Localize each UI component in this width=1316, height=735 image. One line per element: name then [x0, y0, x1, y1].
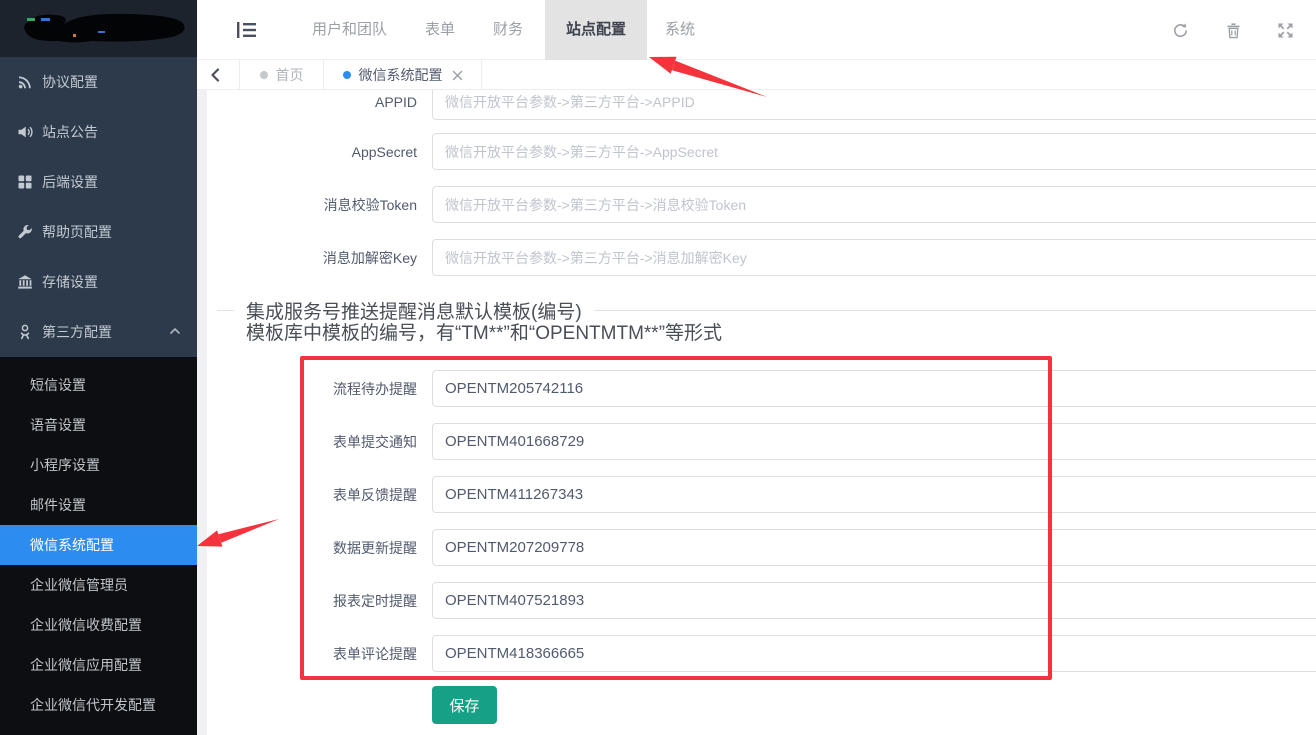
- form-row-workflow-todo: 流程待办提醒: [207, 370, 1316, 407]
- page-tab-label: 首页: [276, 65, 304, 85]
- sidebar-submenu: 短信设置 语音设置 小程序设置 邮件设置 微信系统配置 企业微信管理员 企业微信…: [0, 357, 197, 735]
- person-icon: [17, 324, 33, 340]
- message-token-input[interactable]: [432, 186, 1316, 223]
- sidebar-item-protocol-config[interactable]: 协议配置: [0, 57, 197, 107]
- save-button[interactable]: 保存: [432, 686, 497, 724]
- message-key-input[interactable]: [432, 239, 1316, 276]
- page-tab-label: 微信系统配置: [359, 65, 443, 85]
- chevron-up-icon: [169, 325, 181, 337]
- appsecret-input[interactable]: [432, 133, 1316, 170]
- form-submit-input[interactable]: [432, 423, 1316, 460]
- redacted-logo-scribble: [0, 0, 197, 57]
- menu-fold-icon[interactable]: [237, 22, 256, 38]
- refresh-icon[interactable]: [1172, 22, 1189, 39]
- sidebar: 协议配置 站点公告 后端设置: [0, 0, 197, 735]
- form-row-report-timer: 报表定时提醒: [207, 582, 1316, 619]
- main-content: APPID AppSecret 消息校验Token 消息加解密Key 集成服务号…: [207, 90, 1316, 735]
- grid-icon: [17, 174, 33, 190]
- sidebar-menu: 协议配置 站点公告 后端设置: [0, 57, 197, 357]
- sidebar-subitem-voice-settings[interactable]: 语音设置: [0, 405, 197, 445]
- page-tab-wechat-system-config[interactable]: 微信系统配置: [323, 60, 482, 90]
- tab-status-dot: [343, 71, 351, 79]
- sidebar-subitem-wecom-app-config[interactable]: 企业微信应用配置: [0, 645, 197, 685]
- divider-line-left: [217, 310, 234, 311]
- field-label: 表单反馈提醒: [207, 485, 417, 505]
- form-row-form-submit: 表单提交通知: [207, 423, 1316, 460]
- sidebar-subitem-wecom-dev-config[interactable]: 企业微信代开发配置: [0, 685, 197, 725]
- nav-finance[interactable]: 财务: [493, 0, 523, 60]
- sidebar-item-label: 帮助页配置: [42, 222, 112, 242]
- sidebar-item-storage-settings[interactable]: 存储设置: [0, 257, 197, 307]
- nav-users-teams[interactable]: 用户和团队: [312, 0, 387, 60]
- form-row-appid: APPID: [207, 90, 1316, 120]
- nav-system[interactable]: 系统: [665, 0, 695, 60]
- bank-icon: [17, 274, 33, 290]
- form-row-data-update: 数据更新提醒: [207, 529, 1316, 566]
- sidebar-item-backend-settings[interactable]: 后端设置: [0, 157, 197, 207]
- field-label: 表单提交通知: [207, 432, 417, 452]
- divider-line-right: [594, 310, 1316, 311]
- sidebar-subitem-mail-settings[interactable]: 邮件设置: [0, 485, 197, 525]
- sidebar-item-label: 协议配置: [42, 72, 98, 92]
- app-window: 协议配置 站点公告 后端设置: [0, 0, 1316, 735]
- content-scrollbar[interactable]: [197, 90, 207, 735]
- field-label: 表单评论提醒: [207, 644, 417, 664]
- sidebar-item-label: 站点公告: [42, 122, 98, 142]
- field-label: APPID: [207, 94, 417, 110]
- form-row-msg-token: 消息校验Token: [207, 186, 1316, 223]
- logo-area: [0, 0, 197, 57]
- field-label: 流程待办提醒: [207, 379, 417, 399]
- form-row-appsecret: AppSecret: [207, 133, 1316, 170]
- trash-icon[interactable]: [1225, 22, 1242, 39]
- sidebar-subitem-miniprogram-settings[interactable]: 小程序设置: [0, 445, 197, 485]
- field-label: 报表定时提醒: [207, 591, 417, 611]
- data-update-input[interactable]: [432, 529, 1316, 566]
- sidebar-item-label: 后端设置: [42, 172, 98, 192]
- section-subtitle: 模板库中模板的编号，有“TM**”和“OPENTMTM**”等形式: [246, 318, 722, 345]
- sidebar-subitem-sms-settings[interactable]: 短信设置: [0, 365, 197, 405]
- page-tab-bar: 首页 微信系统配置: [197, 60, 1316, 90]
- appid-input[interactable]: [432, 90, 1316, 120]
- tab-status-dot: [260, 71, 268, 79]
- form-row-form-feedback: 表单反馈提醒: [207, 476, 1316, 513]
- wrench-icon: [17, 224, 33, 240]
- sidebar-subitem-wechat-system-config[interactable]: 微信系统配置: [0, 525, 197, 565]
- form-feedback-input[interactable]: [432, 476, 1316, 513]
- form-comment-input[interactable]: [432, 635, 1316, 672]
- close-icon[interactable]: [452, 70, 463, 81]
- field-label: AppSecret: [207, 144, 417, 160]
- nav-site-config[interactable]: 站点配置: [545, 0, 647, 60]
- workflow-todo-input[interactable]: [432, 370, 1316, 407]
- sidebar-subitem-wecom-billing-config[interactable]: 企业微信收费配置: [0, 605, 197, 645]
- sidebar-item-help-page-config[interactable]: 帮助页配置: [0, 207, 197, 257]
- rss-icon: [17, 74, 33, 90]
- form-row-form-comment: 表单评论提醒: [207, 635, 1316, 672]
- field-label: 数据更新提醒: [207, 538, 417, 558]
- field-label: 消息校验Token: [207, 195, 417, 215]
- sidebar-item-label: 第三方配置: [42, 322, 112, 342]
- sidebar-item-label: 存储设置: [42, 272, 98, 292]
- megaphone-icon: [17, 124, 33, 140]
- sidebar-subitem-wecom-admin[interactable]: 企业微信管理员: [0, 565, 197, 605]
- chevron-left-icon[interactable]: [209, 68, 223, 82]
- sidebar-item-third-party-config[interactable]: 第三方配置: [0, 307, 197, 357]
- top-header: 用户和团队 表单 财务 站点配置 系统: [197, 0, 1316, 60]
- form-row-msg-key: 消息加解密Key: [207, 239, 1316, 276]
- sidebar-item-site-announcement[interactable]: 站点公告: [0, 107, 197, 157]
- nav-forms[interactable]: 表单: [425, 0, 455, 60]
- page-tab-home[interactable]: 首页: [239, 60, 323, 90]
- expand-icon[interactable]: [1277, 22, 1294, 39]
- report-timer-input[interactable]: [432, 582, 1316, 619]
- field-label: 消息加解密Key: [207, 248, 417, 268]
